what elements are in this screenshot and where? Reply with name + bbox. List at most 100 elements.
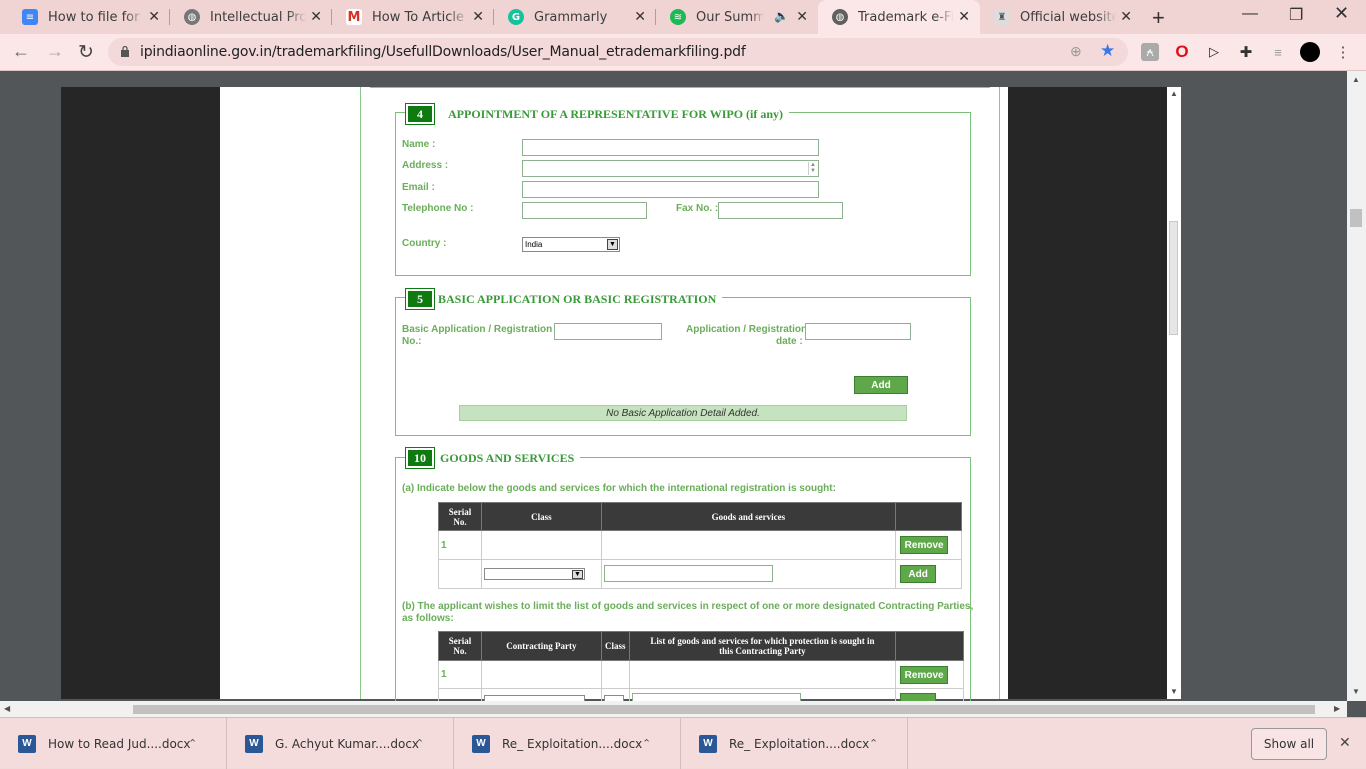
tab-docs[interactable]: ≡ How to file for a Trademark ✕ <box>8 0 170 34</box>
window-close-icon[interactable]: ✕ <box>1334 3 1349 24</box>
download-item[interactable]: W Re_ Exploitation....docx ⌃ <box>454 718 681 769</box>
opera-icon[interactable]: O <box>1173 42 1191 61</box>
puzzle-icon[interactable]: ✚ <box>1237 43 1255 61</box>
representative-name-input[interactable] <box>522 139 819 156</box>
docs-icon: ≡ <box>22 9 38 25</box>
representative-fax-input[interactable] <box>718 202 843 219</box>
address-bar[interactable]: ipindiaonline.gov.in/trademarkfiling/Use… <box>108 38 1128 66</box>
tab-official-website[interactable]: ♜ Official website of ✕ <box>980 0 1142 34</box>
limit-goods-instruction: (b) The applicant wishes to limit the li… <box>402 601 974 612</box>
scroll-right-icon[interactable]: ▶ <box>1334 704 1340 713</box>
add-goods-button[interactable]: Add <box>900 565 937 583</box>
representative-telephone-input[interactable] <box>522 202 647 219</box>
representative-address-input[interactable]: ▲ ▼ <box>522 160 819 177</box>
pdf-scrollbar[interactable]: ▲ ▼ <box>1167 87 1181 699</box>
close-icon[interactable]: ✕ <box>310 9 322 25</box>
restore-icon[interactable]: ❐ <box>1289 5 1303 25</box>
scroll-left-icon[interactable]: ◀ <box>4 704 10 713</box>
bookmark-star-icon[interactable]: ★ <box>1100 41 1115 61</box>
forward-icon[interactable]: → <box>46 41 64 62</box>
tab-title: Intellectual Property <box>210 9 306 25</box>
speaker-icon[interactable]: 🔈 <box>774 9 789 23</box>
chevron-up-icon[interactable]: ⌃ <box>415 737 424 750</box>
table-input-row: ▼ Add <box>438 559 962 589</box>
download-item[interactable]: W How to Read Jud....docx ⌃ <box>0 718 227 769</box>
extension-icon[interactable]: ⍲ <box>1141 43 1159 61</box>
remove-goods-button[interactable]: Remove <box>900 536 949 554</box>
word-doc-icon: W <box>245 734 263 753</box>
scroll-up-icon[interactable]: ▲ <box>1352 75 1360 84</box>
reload-icon[interactable]: ↻ <box>78 41 94 64</box>
basic-reg-no-input[interactable] <box>554 323 662 340</box>
serial-cell <box>438 559 482 589</box>
download-item[interactable]: W G. Achyut Kumar....docx ⌃ <box>227 718 454 769</box>
tab-ip[interactable]: ◍ Intellectual Property ✕ <box>170 0 332 34</box>
chevron-up-icon[interactable]: ⌃ <box>869 737 878 750</box>
contracting-party-header: Contracting Party <box>480 631 602 661</box>
basic-reg-no-label-cont: No.: <box>402 336 422 347</box>
page-vertical-scrollbar[interactable]: ▲ ▼ <box>1347 71 1366 701</box>
media-queue-icon[interactable]: ≡ <box>1269 43 1287 61</box>
tab-spotify[interactable]: ≋ Our Summer 🔈 ✕ <box>656 0 818 34</box>
tab-strip: ≡ How to file for a Trademark ✕ ◍ Intell… <box>0 0 1366 34</box>
serial-header: Serial No. <box>438 631 482 661</box>
show-all-button[interactable]: Show all <box>1251 728 1327 760</box>
section-number: 5 <box>405 288 435 310</box>
goods-services-instruction: (a) Indicate below the goods and service… <box>402 483 836 494</box>
chevron-up-icon[interactable]: ⌃ <box>188 737 197 750</box>
close-icon[interactable]: ✕ <box>148 9 160 25</box>
zoom-icon[interactable]: ⊕ <box>1070 43 1082 60</box>
download-item[interactable]: W Re_ Exploitation....docx ⌃ <box>681 718 908 769</box>
close-icon[interactable]: ✕ <box>472 9 484 25</box>
textarea-spinner-icon[interactable]: ▲ ▼ <box>808 162 817 175</box>
cursor-extension-icon[interactable]: ▷ <box>1205 43 1223 61</box>
pdf-scroll-thumb[interactable] <box>1169 221 1178 335</box>
emblem-icon: ♜ <box>994 9 1010 25</box>
serial-header: Serial No. <box>438 502 482 531</box>
chevron-up-icon[interactable]: ⌃ <box>642 737 651 750</box>
representative-email-input[interactable] <box>522 181 819 198</box>
scroll-down-icon[interactable]: ▼ <box>1352 687 1360 696</box>
horizontal-scroll-thumb[interactable] <box>133 705 1315 714</box>
section-4-legend: 4 APPOINTMENT OF A REPRESENTATIVE FOR WI… <box>405 103 790 125</box>
close-icon[interactable]: ✕ <box>1120 9 1132 25</box>
avatar[interactable] <box>1300 42 1320 62</box>
tab-title: How To Article Submission <box>372 9 468 25</box>
remove-party-button[interactable]: Remove <box>900 666 949 684</box>
page-scroll-thumb[interactable] <box>1350 209 1362 227</box>
minimize-icon[interactable]: — <box>1242 5 1258 23</box>
chevron-down-icon[interactable]: ▼ <box>607 239 618 250</box>
goods-services-table: Serial No. Class Goods and services 1 Rem… <box>438 502 962 589</box>
goods-services-input[interactable] <box>603 565 773 582</box>
action-cell: Remove <box>895 660 964 689</box>
close-icon[interactable]: ✕ <box>1339 734 1351 751</box>
scroll-down-icon[interactable]: ▼ <box>1170 687 1178 696</box>
close-icon[interactable]: ✕ <box>796 9 808 25</box>
class-select[interactable]: ▼ <box>483 568 585 580</box>
pdf-page: 4 APPOINTMENT OF A REPRESENTATIVE FOR WI… <box>220 87 1008 717</box>
download-filename: Re_ Exploitation....docx <box>502 736 643 751</box>
telephone-label: Telephone No : <box>402 203 474 214</box>
download-filename: How to Read Jud....docx <box>48 736 191 751</box>
serial-cell: 1 <box>438 660 482 689</box>
back-icon[interactable]: ← <box>12 41 30 62</box>
scroll-up-icon[interactable]: ▲ <box>1170 89 1178 98</box>
country-selected-value: India <box>525 240 543 249</box>
close-icon[interactable]: ✕ <box>958 9 970 25</box>
basic-reg-date-input[interactable] <box>805 323 911 340</box>
action-header <box>895 502 962 531</box>
chevron-down-icon[interactable]: ▼ <box>571 570 583 579</box>
class-cell <box>480 530 602 560</box>
contracting-party-cell <box>480 660 602 689</box>
tab-trademark-efiling[interactable]: ◍ Trademark e-Filing ✕ <box>818 0 980 34</box>
new-tab-icon[interactable]: + <box>1152 5 1165 31</box>
tab-gmail[interactable]: M How To Article Submission ✕ <box>332 0 494 34</box>
tab-grammarly[interactable]: G Grammarly ✕ <box>494 0 656 34</box>
add-basic-application-button[interactable]: Add <box>854 376 908 394</box>
close-icon[interactable]: ✕ <box>634 9 646 25</box>
page-horizontal-scrollbar[interactable]: ◀ ▶ <box>0 701 1347 717</box>
country-select[interactable]: India ▼ <box>522 237 620 252</box>
menu-icon[interactable]: ⋮ <box>1334 43 1352 61</box>
download-shelf: W How to Read Jud....docx ⌃ W G. Achyut … <box>0 717 1366 769</box>
action-cell: Add <box>895 559 962 589</box>
